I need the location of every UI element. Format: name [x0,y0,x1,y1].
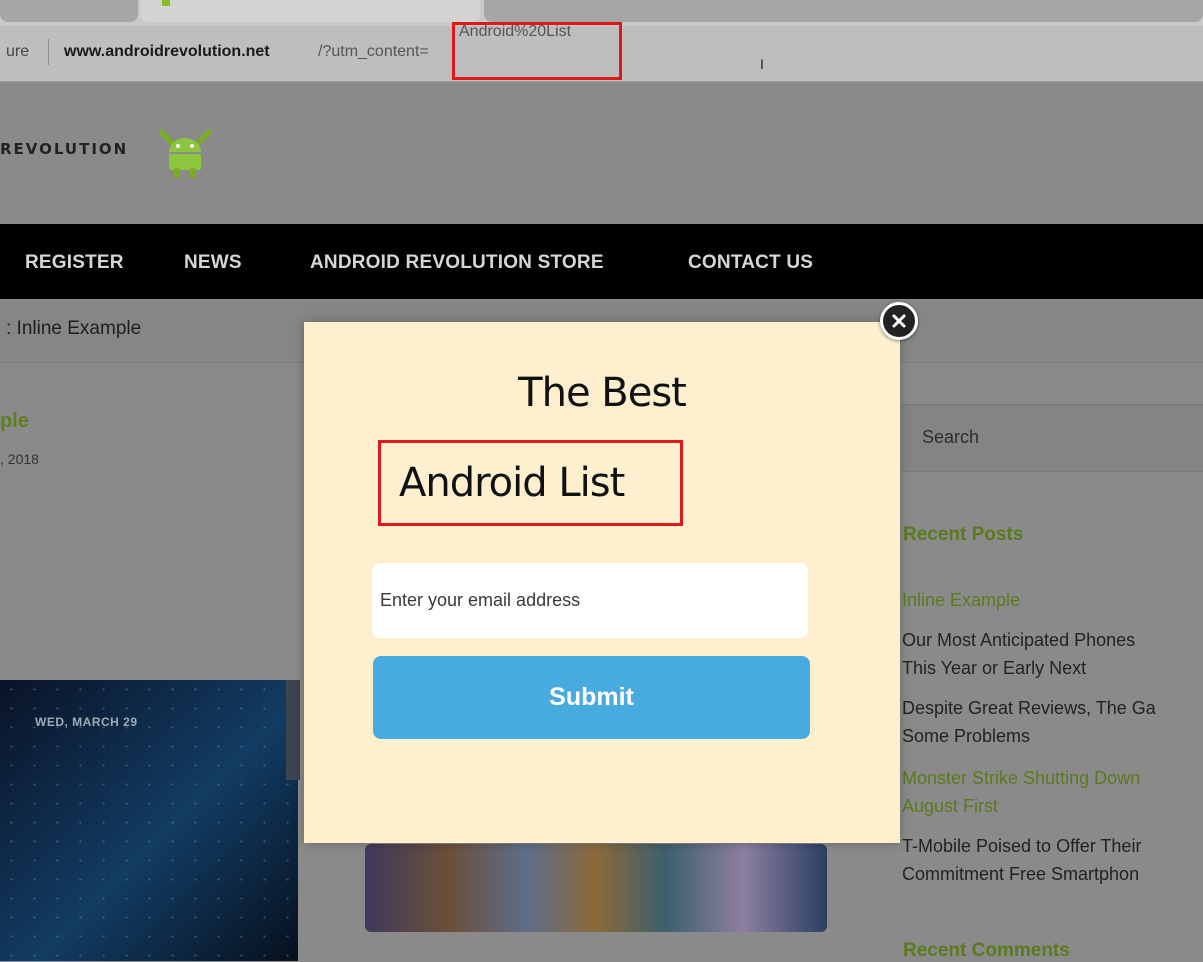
recent-post-link-text: Despite Great Reviews, The Ga [902,698,1156,718]
recent-post-link[interactable]: Monster Strike Shutting Down August Firs… [902,764,1203,820]
modal-title: The Best [518,370,687,416]
recent-comments-heading: Recent Comments [903,940,1070,961]
recent-post-link-text: T-Mobile Poised to Offer Their [902,836,1142,856]
recent-post-link[interactable]: Inline Example [902,586,1203,614]
recent-post-link-text: Some Problems [902,726,1031,746]
url-path[interactable]: /?utm_content= [318,43,429,61]
recent-posts-heading: Recent Posts [903,524,1024,545]
modal-close-button[interactable] [880,302,918,340]
close-icon [892,314,906,328]
url-domain[interactable]: www.androidrevolution.net [64,43,270,61]
post-title[interactable]: ple [0,410,29,433]
post-thumbnail-image[interactable]: WED, MARCH 29 [0,680,298,961]
subtitle-highlight-box: Android List [378,440,683,526]
search-placeholder: Search [922,427,980,447]
submit-button[interactable]: Submit [373,656,810,739]
recent-post-link[interactable]: T-Mobile Poised to Offer Their Commitmen… [902,832,1203,888]
browser-tab[interactable] [484,0,1203,22]
recent-post-link[interactable]: Despite Great Reviews, The Ga Some Probl… [902,694,1203,750]
recent-post-link-text: Our Most Anticipated Phones [902,630,1136,650]
email-field[interactable] [372,563,808,638]
post-thumbnail-image[interactable] [365,844,827,932]
email-signup-modal: The Best Android List Submit [304,322,900,843]
browser-tab-active[interactable] [140,0,480,22]
browser-tab[interactable] [0,0,138,22]
image-divider [286,680,300,780]
address-bar-divider [48,39,49,65]
url-utm-value[interactable]: Android%20List [459,23,571,41]
recent-post-link-text: Inline Example [902,590,1021,610]
nav-contact[interactable]: CONTACT US [688,252,813,274]
recent-post-link-text: Commitment Free Smartphon [902,864,1140,884]
post-date: , 2018 [0,451,39,467]
recent-post-link-text: August First [902,796,999,816]
main-nav: REGISTER NEWS ANDROID REVOLUTION STORE C… [0,224,1203,299]
breadcrumb-text: : Inline Example [6,318,142,339]
nav-register[interactable]: REGISTER [25,252,124,274]
nav-store[interactable]: ANDROID REVOLUTION STORE [310,252,604,274]
text-cursor-icon: I [760,56,764,72]
security-label: ure [6,43,30,60]
modal-subtitle: Android List [399,460,625,506]
url-highlight-box: Android%20List [452,22,622,80]
sidebar-search-input[interactable]: Search [902,404,1203,472]
nav-news[interactable]: NEWS [184,252,242,274]
logo-text: REVOLUTION [0,140,129,158]
android-robot-icon [158,129,212,178]
site-logo[interactable]: REVOLUTION [0,118,230,178]
recent-post-link-text: Monster Strike Shutting Down [902,768,1141,788]
post-image-date: WED, MARCH 29 [35,715,138,729]
tab-favicon-icon [162,0,170,6]
recent-post-link-text: This Year or Early Next [902,658,1087,678]
recent-post-link[interactable]: Our Most Anticipated Phones This Year or… [902,626,1203,682]
